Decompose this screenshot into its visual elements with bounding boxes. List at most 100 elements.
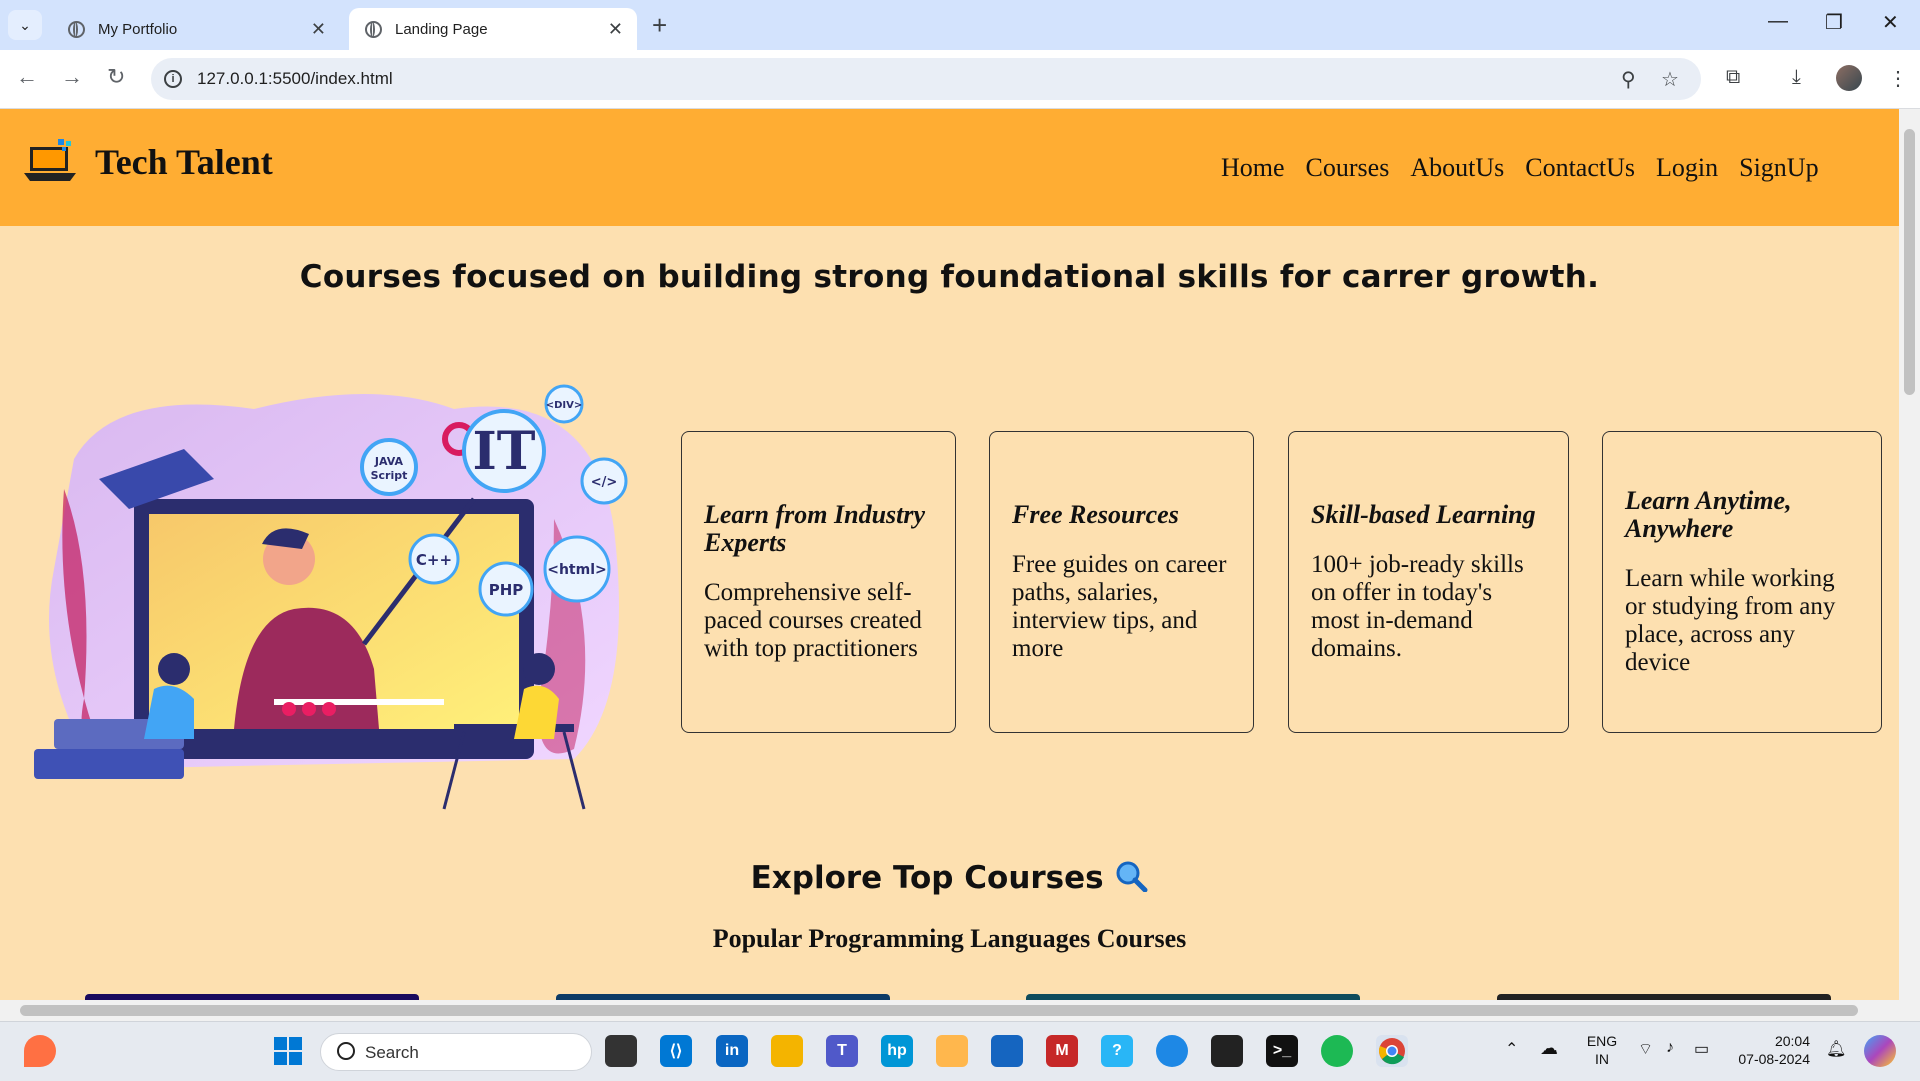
linkedin-icon[interactable]: in [716,1035,748,1067]
nav-login[interactable]: Login [1656,153,1718,183]
extensions-icon[interactable]: ⧉ [1726,66,1740,89]
feature-card-text: Comprehensive self-paced courses created… [704,579,922,662]
address-bar[interactable]: i 127.0.0.1:5500/index.html ⚲ ☆ [151,58,1701,100]
globe-icon [68,20,85,38]
feature-card-anytime: Learn Anytime, Anywhere Learn while work… [1602,431,1882,733]
taskbar: Search ⟨⟩ in T hp M ? >_ ⌃ ☁ ENG IN ⌔ ♪ … [0,1021,1920,1081]
feature-card-text: Learn while working or studying from any… [1625,565,1836,676]
tab-my-portfolio[interactable]: My Portfolio ✕ [52,8,340,50]
myhp-icon[interactable]: hp [881,1035,913,1067]
page-viewport: Tech Talent Home Courses AboutUs Contact… [0,109,1899,1000]
illus-label-code: </> [591,475,618,490]
illus-label-div: <DIV> [546,400,583,411]
illus-label-php: PHP [489,581,524,599]
clock[interactable]: 20:04 07-08-2024 [1720,1032,1810,1068]
url-text[interactable]: 127.0.0.1:5500/index.html [197,69,393,89]
taskbar-search[interactable]: Search [320,1033,592,1071]
windows-start-icon[interactable] [272,1035,304,1067]
popular-courses-subheading: Popular Programming Languages Courses [712,924,1187,953]
copilot-tray-icon[interactable] [1864,1035,1896,1067]
language-indicator[interactable]: ENG IN [1585,1032,1619,1068]
back-button[interactable]: ← [16,64,38,90]
teams-icon[interactable]: T [826,1035,858,1067]
forward-button[interactable]: → [61,64,83,90]
nav-courses[interactable]: Courses [1306,153,1390,183]
laptop-logo-icon [24,139,76,181]
brand-name[interactable]: Tech Talent [95,141,273,183]
close-tab-icon[interactable]: ✕ [311,19,326,40]
nav-aboutus[interactable]: AboutUs [1410,153,1504,183]
edge-icon[interactable] [1156,1035,1188,1067]
notification-bell-icon[interactable]: 🔔︎ [1826,1039,1846,1059]
svg-text:JAVA: JAVA [374,455,404,468]
explore-heading: Explore Top Courses [0,860,1899,896]
tab-title: My Portfolio [98,20,178,38]
search-icon [337,1042,355,1060]
tab-title: Landing Page [395,20,488,38]
magnifier-icon [1116,861,1148,893]
browser-toolbar: ← → ↻ i 127.0.0.1:5500/index.html ⚲ ☆ ⧉ … [0,50,1920,109]
store-icon[interactable] [991,1035,1023,1067]
wifi-icon[interactable]: ⌔ [1638,1039,1653,1059]
feature-card-skill-based: Skill-based Learning 100+ job-ready skil… [1288,431,1569,733]
online-learning-illustration: IT JAVA Script <DIV> </> C++ PHP <html> [34,384,628,810]
svg-text:Script: Script [371,469,408,482]
globe-icon [365,20,382,38]
main-nav: Home Courses AboutUs ContactUs Login Sig… [1221,153,1819,183]
tray-overflow-icon[interactable]: ⌃ [1505,1039,1518,1059]
spotify-icon[interactable] [1321,1035,1353,1067]
horizontal-scrollbar[interactable] [0,1000,1920,1021]
nav-contactus[interactable]: ContactUs [1525,153,1635,183]
site-info-icon[interactable]: i [164,70,182,88]
region-code: IN [1595,1051,1609,1067]
battery-icon[interactable]: ▭ [1694,1039,1709,1059]
feature-card-title: Learn Anytime, Anywhere [1625,486,1792,543]
feature-card-text: Free guides on career paths, salaries, i… [1012,551,1227,662]
onedrive-icon[interactable]: ☁ [1540,1038,1558,1059]
illus-label-it: IT [472,421,535,482]
minimize-button[interactable]: — [1768,10,1788,33]
widgets-icon[interactable] [24,1035,56,1067]
restore-button[interactable]: ❐ [1825,10,1843,35]
profile-avatar[interactable] [1836,65,1862,91]
scroll-thumb[interactable] [20,1005,1858,1016]
volume-icon[interactable]: ♪ [1666,1039,1674,1057]
feature-card-title: Skill-based Learning [1311,500,1536,529]
chrome-icon[interactable] [1376,1035,1408,1067]
feature-card-experts: Learn from Industry Experts Comprehensiv… [681,431,956,733]
close-window-button[interactable]: ✕ [1882,10,1899,35]
reload-button[interactable]: ↻ [107,64,125,90]
feature-card-title: Free Resources [1012,500,1179,529]
tab-landing-page[interactable]: Landing Page ✕ [349,8,637,50]
bookmark-star-icon[interactable]: ☆ [1661,67,1679,92]
browser-tab-bar: ⌄ My Portfolio ✕ Landing Page ✕ + — ❐ ✕ [0,0,1920,50]
illus-label-html: <html> [547,562,607,578]
explore-title: Explore Top Courses [750,860,1104,896]
menu-kebab-icon[interactable]: ⋮ [1888,66,1908,91]
file-explorer-icon[interactable] [771,1035,803,1067]
scroll-thumb[interactable] [1904,129,1915,395]
site-header: Tech Talent Home Courses AboutUs Contact… [0,109,1899,226]
illus-label-cpp: C++ [416,551,452,569]
github-icon[interactable] [1211,1035,1243,1067]
clock-time: 20:04 [1774,1033,1810,1049]
clock-date: 07-08-2024 [1738,1051,1810,1067]
close-tab-icon[interactable]: ✕ [608,19,623,40]
copilot-icon[interactable] [936,1035,968,1067]
hero-title: Courses focused on building strong found… [299,259,1600,295]
tab-search-button[interactable]: ⌄ [8,10,42,40]
terminal-icon[interactable]: >_ [1266,1035,1298,1067]
nav-home[interactable]: Home [1221,153,1285,183]
new-tab-button[interactable]: + [652,12,667,38]
help-icon[interactable]: ? [1101,1035,1133,1067]
feature-card-title: Learn from Industry Experts [704,500,926,557]
zoom-icon[interactable]: ⚲ [1621,67,1636,92]
vscode-icon[interactable]: ⟨⟩ [660,1035,692,1067]
vertical-scrollbar[interactable] [1899,109,1920,1000]
download-icon[interactable]: ⤓ [1792,66,1801,89]
task-view-icon[interactable] [605,1035,637,1067]
mcafee-icon[interactable]: M [1046,1035,1078,1067]
nav-signup[interactable]: SignUp [1739,153,1818,183]
feature-card-free-resources: Free Resources Free guides on career pat… [989,431,1254,733]
taskbar-search-label: Search [365,1043,419,1062]
